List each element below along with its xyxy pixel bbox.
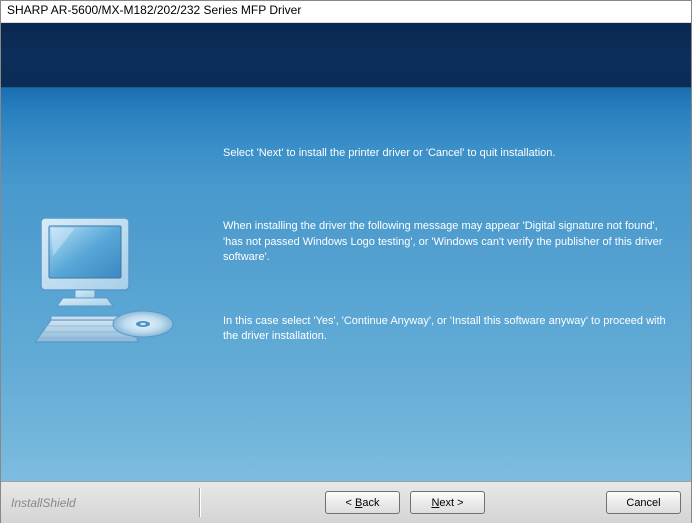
nav-button-group: < Back Next > — [325, 491, 485, 514]
next-label-rest: ext — [439, 497, 454, 509]
back-button[interactable]: < Back — [325, 491, 400, 514]
proceed-text: In this case select 'Yes', 'Continue Any… — [223, 314, 673, 345]
cancel-button-group: Cancel — [606, 491, 681, 514]
window-title: SHARP AR-5600/MX-M182/202/232 Series MFP… — [7, 3, 301, 17]
warning-text: When installing the driver the following… — [223, 219, 673, 265]
installshield-brand: InstallShield — [11, 496, 76, 510]
footer-separator — [199, 488, 201, 517]
back-label-rest: ack — [362, 497, 379, 509]
footer-bar: InstallShield < Back Next > Cancel — [1, 481, 691, 523]
computer-illustration — [23, 212, 188, 377]
instruction-text-area: Select 'Next' to install the printer dri… — [223, 146, 673, 402]
next-button[interactable]: Next > — [410, 491, 485, 514]
intro-text: Select 'Next' to install the printer dri… — [223, 146, 673, 161]
header-band — [1, 23, 691, 87]
cancel-button[interactable]: Cancel — [606, 491, 681, 514]
window-title-bar: SHARP AR-5600/MX-M182/202/232 Series MFP… — [1, 1, 691, 23]
content-area: Select 'Next' to install the printer dri… — [1, 87, 691, 481]
